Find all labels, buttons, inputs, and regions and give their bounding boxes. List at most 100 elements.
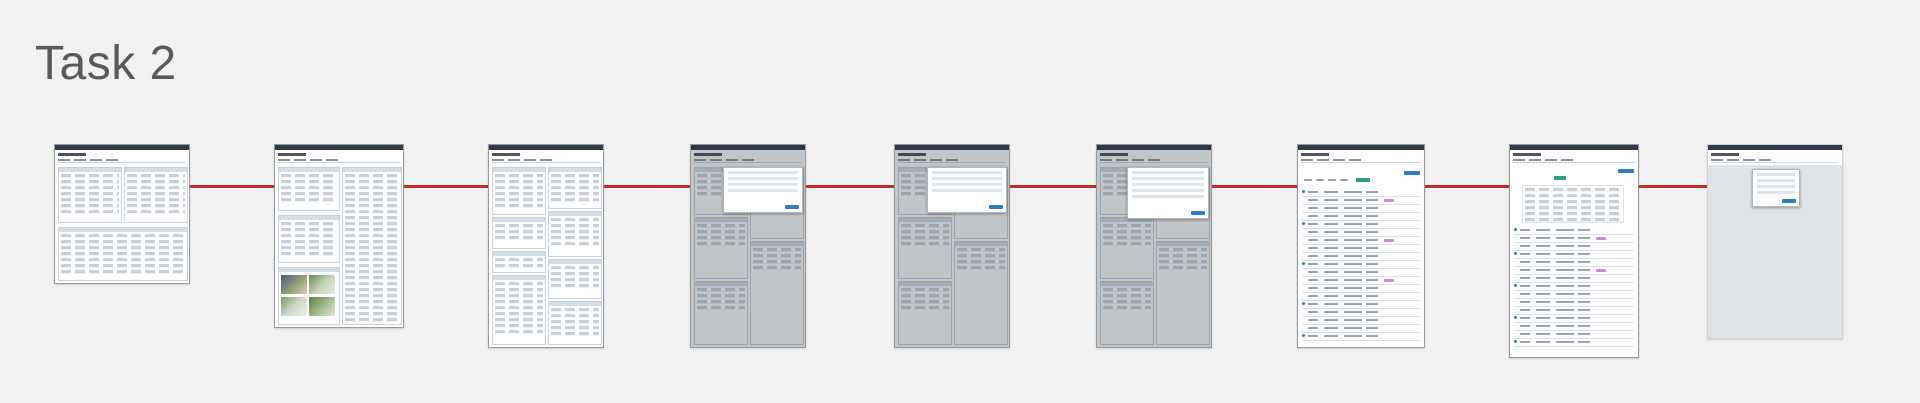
table-cell: [1366, 199, 1378, 201]
row-status-dot: [1514, 228, 1517, 231]
modal-dialog[interactable]: [1127, 167, 1209, 219]
screen-thumbnail-7[interactable]: [1297, 144, 1425, 348]
table-row[interactable]: [1302, 268, 1420, 269]
table-row[interactable]: [1514, 338, 1634, 339]
table-cell: [1324, 223, 1338, 225]
table-row[interactable]: [1514, 266, 1634, 267]
table-cell: [1520, 309, 1530, 311]
table-row[interactable]: [1302, 284, 1420, 285]
table-row[interactable]: [1514, 298, 1634, 299]
table-cell: [1344, 255, 1362, 257]
filter-chip-active[interactable]: [1554, 176, 1566, 180]
screen-thumbnail-4[interactable]: [690, 144, 806, 348]
table-row[interactable]: [1514, 290, 1634, 291]
table-cell: [1344, 207, 1362, 209]
table-cell: [1366, 207, 1378, 209]
table-row[interactable]: [1514, 274, 1634, 275]
dialog-confirm-button[interactable]: [1782, 199, 1796, 203]
table-cell: [1556, 269, 1574, 271]
filter-chip-active[interactable]: [1356, 178, 1370, 182]
table-row[interactable]: [1302, 196, 1420, 197]
table-cell: [1324, 215, 1338, 217]
table-row[interactable]: [1302, 220, 1420, 221]
table-row[interactable]: [1302, 260, 1420, 261]
primary-action-button[interactable]: [1404, 171, 1420, 175]
screen-thumbnail-9[interactable]: [1707, 144, 1843, 339]
primary-action-button[interactable]: [1618, 169, 1634, 173]
table-row[interactable]: [1302, 212, 1420, 213]
table-row[interactable]: [1302, 316, 1420, 317]
panel: [548, 211, 602, 257]
app-header-bar: [1708, 145, 1842, 150]
table-row[interactable]: [1302, 228, 1420, 229]
panel: [492, 167, 546, 215]
modal-dialog[interactable]: [927, 167, 1007, 213]
dialog-confirm-button[interactable]: [989, 205, 1003, 209]
table-row[interactable]: [1302, 276, 1420, 277]
panel: [548, 301, 602, 345]
table-row[interactable]: [1514, 306, 1634, 307]
table-cell: [1578, 317, 1590, 319]
table-row[interactable]: [1302, 292, 1420, 293]
screen-thumbnail-1[interactable]: [54, 144, 190, 284]
app-header-bar: [55, 145, 189, 150]
table-row[interactable]: [1514, 322, 1634, 323]
table-cell: [1344, 247, 1362, 249]
filter-chip[interactable]: [1316, 179, 1324, 181]
table-cell: [1578, 341, 1590, 343]
table-cell: [1344, 215, 1362, 217]
table-cell: [1366, 215, 1378, 217]
table-cell: [1308, 255, 1318, 257]
table-cell: [1344, 319, 1362, 321]
table-cell: [1308, 335, 1318, 337]
table-row[interactable]: [1514, 282, 1634, 283]
table-row[interactable]: [1302, 324, 1420, 325]
filter-chip[interactable]: [1304, 179, 1312, 181]
table-row[interactable]: [1514, 346, 1634, 347]
table-cell: [1324, 303, 1338, 305]
panel: [492, 217, 546, 249]
table-cell: [1556, 237, 1574, 239]
panel: [278, 215, 340, 263]
modal-dialog[interactable]: [1752, 169, 1800, 207]
filter-chip[interactable]: [1340, 179, 1348, 181]
dialog-confirm-button[interactable]: [1191, 211, 1205, 215]
table-cell: [1344, 223, 1362, 225]
table-cell: [1324, 239, 1338, 241]
table-row[interactable]: [1514, 314, 1634, 315]
screen-thumbnail-6[interactable]: [1096, 144, 1212, 348]
table-row[interactable]: [1302, 252, 1420, 253]
table-cell: [1344, 303, 1362, 305]
table-cell: [1520, 269, 1530, 271]
dialog-confirm-button[interactable]: [785, 205, 799, 209]
row-status-dot: [1302, 222, 1305, 225]
modal-dialog[interactable]: [723, 167, 803, 213]
table-cell: [1578, 261, 1590, 263]
table-row[interactable]: [1302, 236, 1420, 237]
table-cell: [1324, 231, 1338, 233]
screen-thumbnail-5[interactable]: [894, 144, 1010, 348]
status-badge: [1596, 236, 1606, 240]
screen-thumbnail-2[interactable]: [274, 144, 404, 328]
table-row[interactable]: [1514, 258, 1634, 259]
table-row[interactable]: [1302, 204, 1420, 205]
table-row[interactable]: [1302, 332, 1420, 333]
table-row[interactable]: [1302, 300, 1420, 301]
screen-thumbnail-8[interactable]: [1509, 144, 1639, 358]
table-cell: [1556, 285, 1574, 287]
table-cell: [1536, 317, 1550, 319]
table-cell: [1520, 325, 1530, 327]
table-cell: [1308, 239, 1318, 241]
screen-thumbnail-3[interactable]: [488, 144, 604, 348]
table-row[interactable]: [1514, 242, 1634, 243]
table-row[interactable]: [1302, 340, 1420, 341]
table-cell: [1308, 295, 1318, 297]
filter-chip[interactable]: [1328, 179, 1336, 181]
table-cell: [1520, 277, 1530, 279]
table-row[interactable]: [1514, 234, 1634, 235]
table-row[interactable]: [1302, 308, 1420, 309]
table-row[interactable]: [1302, 244, 1420, 245]
table-cell: [1366, 287, 1378, 289]
table-row[interactable]: [1514, 250, 1634, 251]
table-row[interactable]: [1514, 330, 1634, 331]
